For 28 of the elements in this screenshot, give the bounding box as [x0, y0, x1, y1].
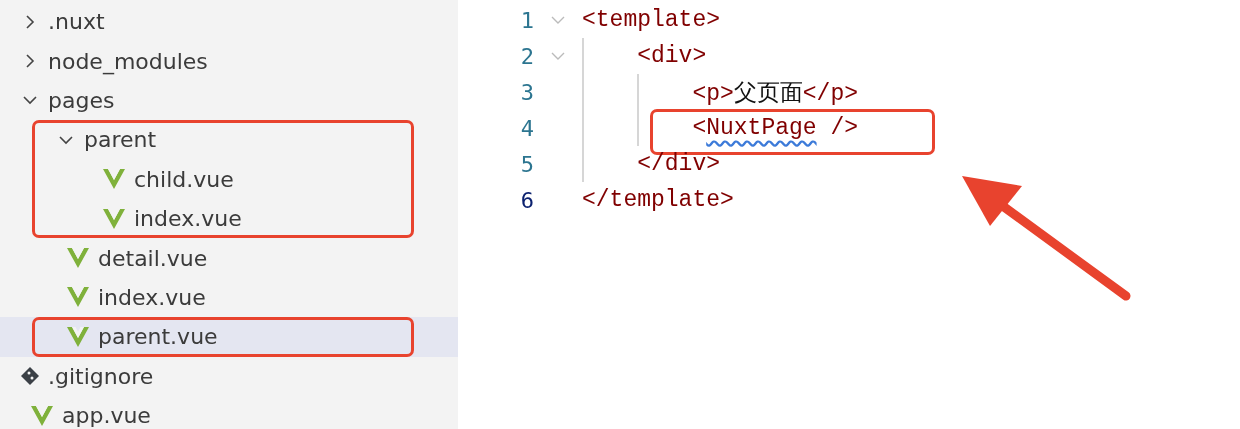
- code-line: </div>: [637, 151, 720, 177]
- code-line: <template>: [582, 7, 721, 33]
- tree-item[interactable]: index.vue: [0, 198, 458, 239]
- line-number: 3: [519, 79, 534, 105]
- vue-logo-icon: [102, 168, 126, 191]
- code-line: </template>: [582, 187, 734, 213]
- code-line: <NuxtPage />: [692, 115, 859, 141]
- tree-item[interactable]: app.vue: [0, 395, 458, 429]
- vue-logo-icon: [66, 247, 90, 270]
- tree-item[interactable]: .nuxt: [0, 2, 458, 42]
- tree-item[interactable]: .gitignore: [0, 356, 458, 396]
- vue-logo-icon: [66, 325, 90, 348]
- line-number: 4: [519, 115, 534, 141]
- tree-item[interactable]: pages: [0, 80, 458, 121]
- line-number: 1: [519, 7, 534, 33]
- vue-logo-icon: [66, 286, 90, 309]
- tree-item[interactable]: parent: [0, 120, 458, 160]
- line-number: 5: [519, 151, 534, 177]
- line-number: 2: [519, 43, 534, 69]
- tree-item[interactable]: node_modules: [0, 41, 458, 81]
- code-line: <p>父页面</p>: [692, 77, 858, 108]
- tree-item[interactable]: detail.vue: [0, 238, 458, 278]
- code-line: <div>: [637, 43, 707, 69]
- tree-item[interactable]: child.vue: [0, 159, 458, 199]
- tree-item[interactable]: index.vue: [0, 277, 458, 318]
- git-icon: [20, 366, 40, 387]
- vue-logo-icon: [102, 207, 126, 230]
- line-number: 6: [519, 187, 534, 213]
